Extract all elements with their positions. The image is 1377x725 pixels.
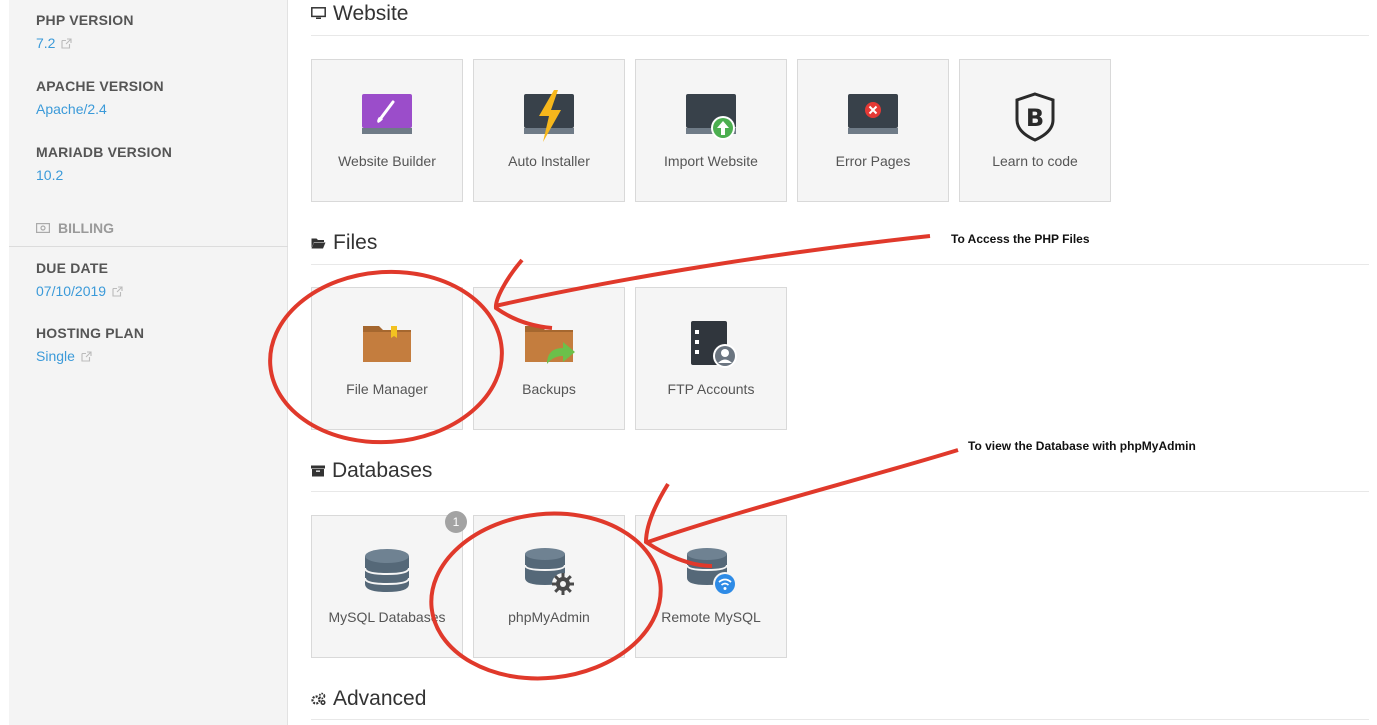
section-divider (311, 491, 1369, 492)
tile-label: phpMyAdmin (508, 609, 590, 625)
php-version-value[interactable]: 7.2 (36, 35, 55, 51)
gears-icon (311, 687, 326, 711)
apache-version-info: APACHE VERSION Apache/2.4 (36, 78, 164, 117)
tile-website-builder[interactable]: Website Builder (311, 59, 463, 202)
bootstrap-shield-icon: B (1007, 90, 1063, 142)
mariadb-version-label: MARIADB VERSION (36, 144, 173, 160)
hosting-plan-label: HOSTING PLAN (36, 325, 145, 341)
external-link-icon (112, 285, 123, 297)
tile-label: Learn to code (992, 153, 1078, 169)
folder-icon (359, 318, 415, 370)
paintbrush-monitor-icon (359, 90, 415, 142)
external-link-icon (61, 37, 73, 49)
error-monitor-icon (845, 90, 901, 142)
money-icon (36, 220, 51, 236)
apache-version-label: APACHE VERSION (36, 78, 164, 94)
tile-label: Backups (522, 381, 576, 397)
external-link-icon (81, 350, 92, 362)
tile-label: MySQL Databases (328, 609, 446, 625)
tile-phpmyadmin[interactable]: phpMyAdmin (473, 515, 625, 658)
tile-remote-mysql[interactable]: Remote MySQL (635, 515, 787, 658)
tile-learn-to-code[interactable]: B Learn to code (959, 59, 1111, 202)
due-date-info: DUE DATE 07/10/2019 (36, 260, 123, 299)
tile-label: FTP Accounts (667, 381, 755, 397)
section-divider (311, 719, 1369, 720)
svg-text:B: B (1026, 104, 1044, 132)
section-divider (311, 264, 1369, 265)
annotation-db-note: To view the Database with phpMyAdmin (968, 439, 1196, 453)
database-gear-icon (521, 546, 577, 598)
tile-auto-installer[interactable]: Auto Installer (473, 59, 625, 202)
section-title-files: Files (311, 231, 377, 255)
due-date-label: DUE DATE (36, 260, 109, 276)
php-version-link[interactable]: 7.2 (36, 35, 134, 51)
import-monitor-icon (683, 90, 739, 142)
hosting-plan-value[interactable]: Single (36, 348, 75, 364)
tile-label: Error Pages (835, 153, 911, 169)
tile-backups[interactable]: Backups (473, 287, 625, 430)
due-date-link[interactable]: 07/10/2019 (36, 283, 123, 299)
tile-label: Auto Installer (508, 153, 590, 169)
tile-label: File Manager (346, 381, 428, 397)
section-divider (311, 35, 1369, 36)
tile-label: Import Website (664, 153, 758, 169)
annotation-files-note: To Access the PHP Files (951, 232, 1090, 246)
folder-backup-icon (521, 318, 577, 370)
notification-badge: 1 (445, 511, 467, 533)
tile-import-website[interactable]: Import Website (635, 59, 787, 202)
tile-file-manager[interactable]: File Manager (311, 287, 463, 430)
database-wifi-icon (683, 546, 739, 598)
main-panel: Website Website Builder Auto Installer I… (289, 0, 1377, 725)
hosting-plan-info: HOSTING PLAN Single (36, 325, 144, 364)
monitor-icon (311, 2, 326, 26)
section-title-advanced: Advanced (311, 687, 426, 711)
ftp-server-user-icon (683, 318, 739, 370)
folder-open-icon (311, 231, 326, 255)
section-title-website: Website (311, 2, 408, 26)
tile-mysql-databases[interactable]: MySQL Databases (311, 515, 463, 658)
billing-header: BILLING (9, 216, 288, 247)
section-title-databases: Databases (311, 459, 432, 483)
archive-icon (311, 459, 325, 483)
left-edge-strip (0, 0, 9, 725)
tile-label: Remote MySQL (661, 609, 761, 625)
tile-ftp-accounts[interactable]: FTP Accounts (635, 287, 787, 430)
php-version-label: PHP VERSION (36, 12, 134, 28)
billing-label: BILLING (58, 220, 114, 236)
php-version-info: PHP VERSION 7.2 (36, 12, 134, 51)
lightning-monitor-icon (521, 90, 577, 142)
tile-error-pages[interactable]: Error Pages (797, 59, 949, 202)
mariadb-version-value[interactable]: 10.2 (36, 167, 172, 183)
account-sidebar: PHP VERSION 7.2 APACHE VERSION Apache/2.… (9, 0, 288, 725)
mariadb-version-info: MARIADB VERSION 10.2 (36, 144, 172, 183)
apache-version-value[interactable]: Apache/2.4 (36, 101, 164, 117)
tile-label: Website Builder (338, 153, 436, 169)
due-date-value[interactable]: 07/10/2019 (36, 283, 106, 299)
hosting-plan-link[interactable]: Single (36, 348, 144, 364)
database-icon (359, 546, 415, 598)
